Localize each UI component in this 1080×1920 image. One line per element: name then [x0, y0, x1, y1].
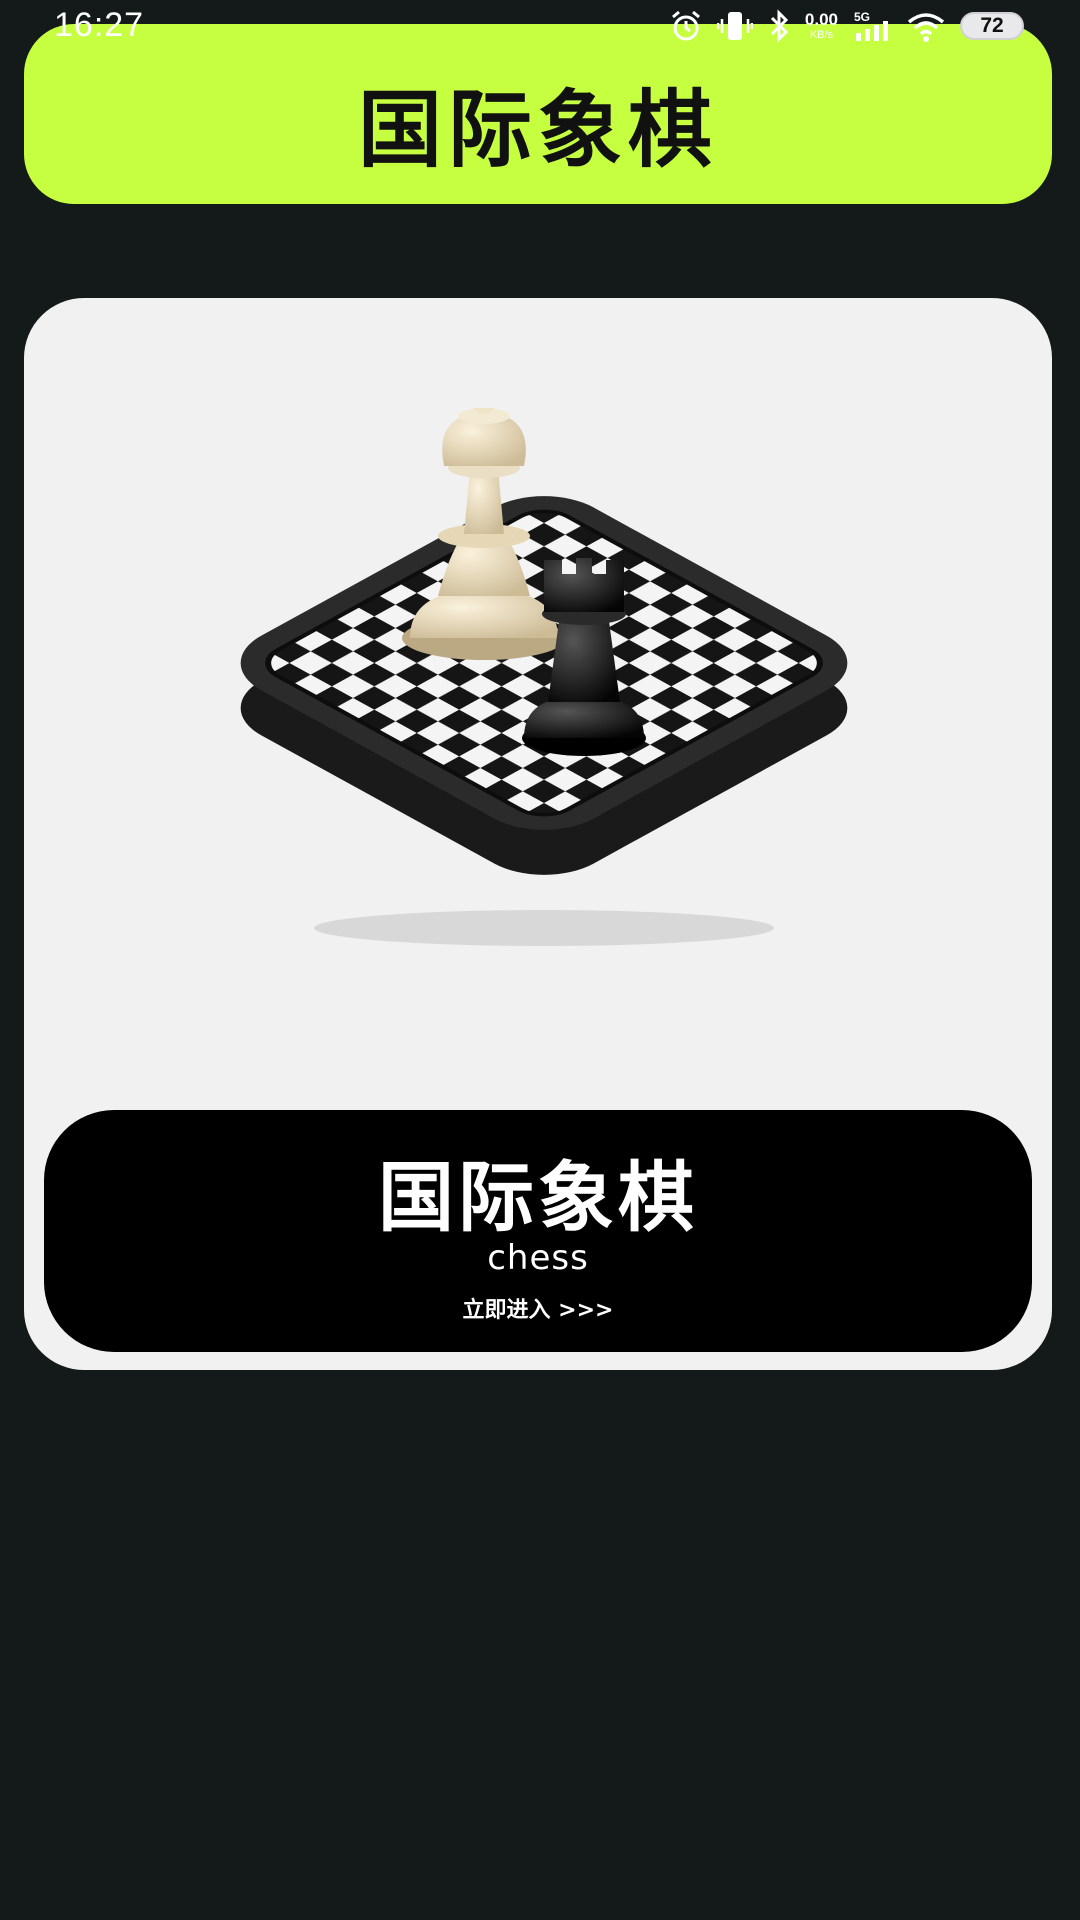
net-speed-unit: KB/s: [809, 29, 834, 41]
status-time: 16:27: [54, 6, 145, 44]
bluetooth-icon: [767, 9, 791, 43]
signal-icon: 5G: [852, 9, 892, 43]
game-subtitle: chess: [487, 1238, 589, 1278]
battery-icon: 72: [960, 12, 1024, 40]
status-bar: 16:27 0.00 KB/s 5G 72: [0, 0, 1080, 52]
game-title: 国际象棋: [378, 1153, 698, 1242]
net-speed-value: 0.00: [804, 10, 838, 29]
alarm-icon: [669, 9, 703, 43]
status-icons: 0.00 KB/s 5G 72: [669, 8, 1024, 44]
vibrate-icon: [716, 9, 753, 43]
enter-now-link[interactable]: 立即进入 >>>: [44, 1292, 1032, 1324]
wifi-icon: [906, 9, 946, 43]
card-banner[interactable]: 国际象棋 chess 立即进入 >>>: [44, 1110, 1032, 1352]
chess-game-card[interactable]: 国际象棋 chess 立即进入 >>>: [24, 298, 1052, 1370]
svg-text:5G: 5G: [854, 10, 870, 24]
page-title: 国际象棋: [357, 80, 718, 179]
chess-board-icon: [240, 408, 848, 946]
net-speed: 0.00 KB/s: [805, 11, 838, 41]
